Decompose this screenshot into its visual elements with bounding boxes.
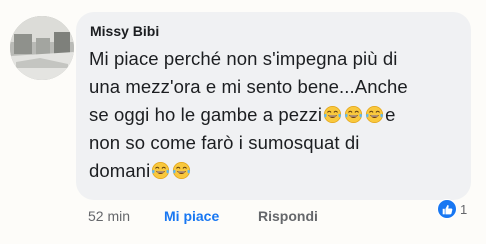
comment-line: non so come farò i sumosquat di [89,132,360,153]
avatar[interactable] [10,16,74,80]
comment-line: domani [89,157,464,185]
comment-line-text: domani [89,160,151,181]
comment-line: una mezz'ora e mi sento bene...Anche [89,76,408,97]
comment-line-text: e [385,104,396,125]
comment-bubble: Missy Bibi Mi piace perché non s'impegna… [76,12,471,200]
comment-line: Mi piace perché non s'impegna più di [89,48,398,69]
laughing-tears-emoji [365,105,384,124]
comment-line: se oggi ho le gambe a pezzi e [89,101,464,129]
like-thumb-icon [437,199,457,219]
comment-thread: Missy Bibi Mi piace perché non s'impegna… [0,0,486,244]
laughing-tears-emoji [344,105,363,124]
comment-line-text: se oggi ho le gambe a pezzi [89,104,323,125]
laughing-tears-emoji [172,161,191,180]
laughing-tears-emoji [323,105,342,124]
reply-button[interactable]: Rispondi [258,208,318,224]
comment-timestamp[interactable]: 52 min [88,208,130,224]
reaction-summary[interactable]: 1 [437,198,467,220]
reaction-count: 1 [460,201,468,217]
like-button[interactable]: Mi piace [164,208,219,224]
avatar-photo [10,16,74,80]
laughing-tears-emoji [151,161,170,180]
comment-text: Mi piace perché non s'impegna più di una… [89,45,464,185]
comment-author[interactable]: Missy Bibi [90,23,159,39]
